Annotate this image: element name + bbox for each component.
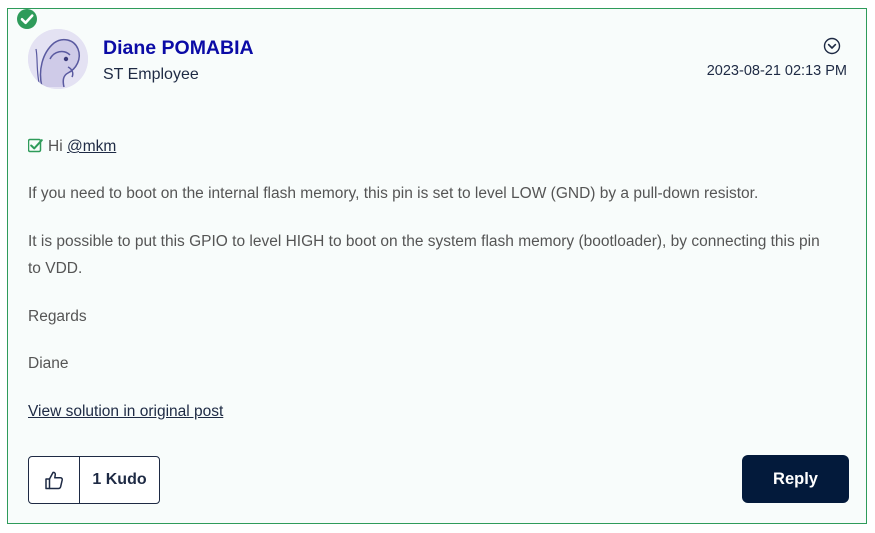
author-name[interactable]: Diane POMABIA (103, 37, 254, 60)
greeting-line: Hi @mkm (28, 133, 828, 160)
greeting-text: Hi (48, 138, 67, 155)
kudo-control: 1 Kudo (28, 456, 160, 504)
avatar-image (28, 29, 88, 89)
user-mention-link[interactable]: @mkm (67, 138, 116, 155)
kudo-button[interactable] (29, 457, 80, 503)
checkbox-check-icon (28, 138, 43, 153)
view-solution-link[interactable]: View solution in original post (28, 398, 223, 425)
post-paragraph: Diane (28, 355, 69, 372)
post-date: 2023-08-21 02:13 PM (706, 63, 847, 79)
thumbs-up-icon (45, 471, 64, 490)
chevron-down-circle-icon[interactable] (823, 37, 841, 55)
solution-check-icon (17, 9, 37, 29)
post-paragraph: Regards (28, 308, 87, 325)
solution-post-card: Diane POMABIA ST Employee 2023-08-21 02:… (7, 8, 867, 524)
post-paragraph: If you need to boot on the internal flas… (28, 185, 759, 202)
avatar[interactable] (28, 29, 88, 89)
post-paragraph: It is possible to put this GPIO to level… (28, 233, 820, 277)
author-rank: ST Employee (103, 66, 199, 83)
reply-button[interactable]: Reply (742, 455, 849, 503)
kudo-count[interactable]: 1 Kudo (80, 457, 159, 503)
